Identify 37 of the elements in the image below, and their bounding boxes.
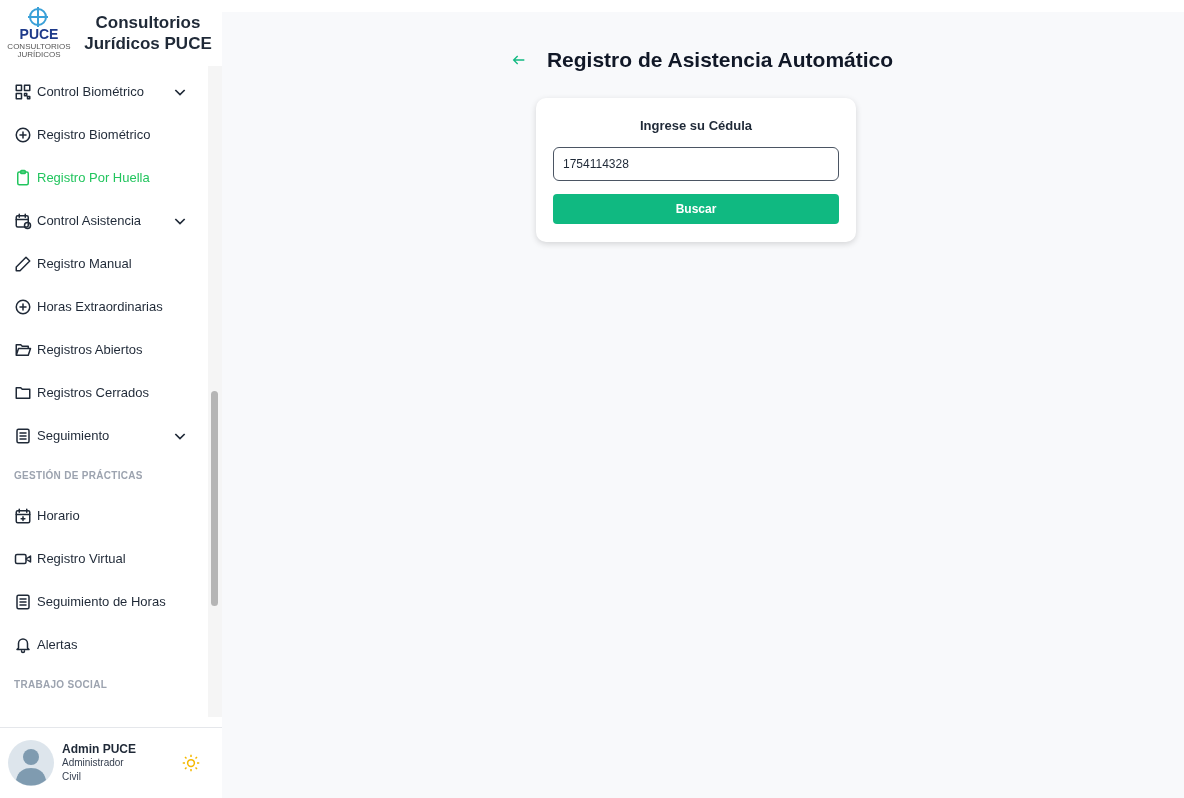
pencil-icon — [14, 254, 32, 273]
clip-icon — [14, 168, 32, 187]
app-title: Consultorios Jurídicos PUCE — [83, 12, 213, 54]
menu-item[interactable]: Registros Abiertos — [14, 328, 208, 371]
section-heading: TRABAJO SOCIAL — [14, 678, 109, 692]
scrollbar[interactable] — [208, 66, 222, 717]
menu-group[interactable]: Control Asistencia — [14, 199, 208, 242]
menu-item[interactable]: Registro Biométrico — [14, 113, 208, 156]
user-area: Civil — [62, 770, 174, 784]
doc-icon — [14, 426, 32, 445]
section-heading: GESTIÓN DE PRÁCTICAS — [14, 468, 144, 483]
menu-group[interactable]: Seguimiento — [14, 414, 208, 457]
menu-item[interactable]: Alertas — [14, 623, 208, 666]
menu-item[interactable]: Horas Extraordinarias — [14, 285, 208, 328]
menu-item[interactable]: Registro Virtual — [14, 537, 208, 580]
plus-icon — [14, 297, 32, 316]
doc-icon — [14, 592, 32, 611]
page-title: Registro de Asistencia Automático — [546, 48, 894, 72]
menu-group[interactable]: Control Biométrico — [14, 70, 208, 113]
menu-item[interactable]: Registro Manual — [14, 242, 208, 285]
calplus-icon — [14, 506, 32, 525]
user-role: Administrador — [62, 756, 125, 770]
logo-icon — [27, 6, 49, 28]
menu-item[interactable]: Registros Cerrados — [14, 371, 208, 414]
menu-item[interactable]: Seguimiento de Horas — [14, 580, 208, 623]
qr-icon — [14, 82, 32, 101]
logo-text: PUCE — [19, 27, 59, 41]
sun-icon[interactable] — [182, 754, 200, 772]
plus-icon — [14, 125, 32, 144]
user-name: Admin PUCE — [62, 742, 137, 756]
cal-icon — [14, 211, 32, 230]
field-label: Ingrese su Cédula — [639, 118, 753, 133]
menu-item[interactable]: Horario — [14, 494, 208, 537]
logo-subtext: CONSULTORIOS JURÍDICOS — [6, 43, 72, 59]
bell-icon — [14, 635, 32, 654]
id-number-field[interactable]: 1754114328 — [553, 147, 839, 181]
avatar-icon — [8, 740, 54, 786]
